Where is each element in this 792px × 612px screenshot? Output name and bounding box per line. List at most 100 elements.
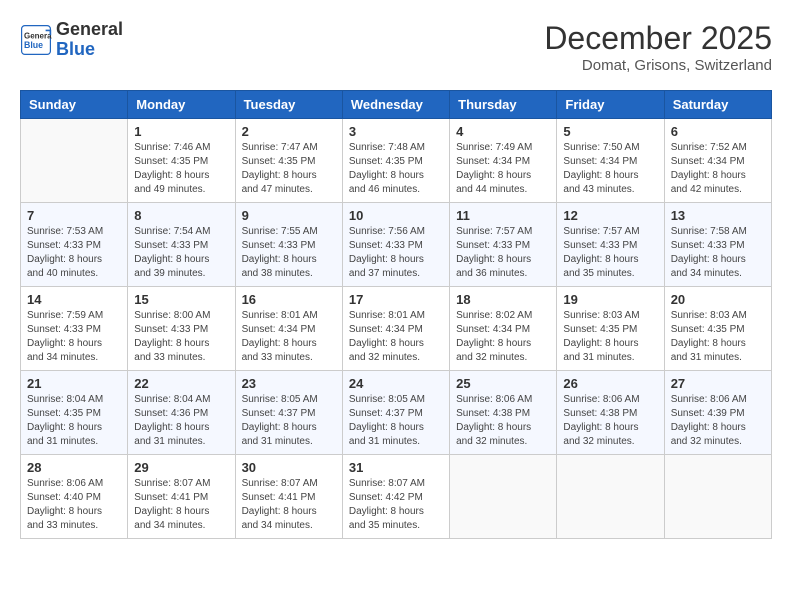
logo-name: General Blue — [56, 20, 123, 60]
calendar-header-row: SundayMondayTuesdayWednesdayThursdayFrid… — [21, 91, 772, 119]
day-of-week-header: Wednesday — [342, 91, 449, 119]
calendar-cell: 17Sunrise: 8:01 AM Sunset: 4:34 PM Dayli… — [342, 287, 449, 371]
calendar-cell: 5 Sunrise: 7:50 AM Sunset: 4:34 PM Daylig… — [557, 119, 664, 203]
calendar-cell: 22 Sunrise: 8:04 AM Sunset: 4:36 PM Dayli… — [128, 371, 235, 455]
day-info: Sunrise: 7:54 AM Sunset: 4:33 PM Dayligh… — [134, 225, 228, 281]
day-info: Sunrise: 7:59 AM Sunset: 4:33 PM Dayligh… — [27, 309, 121, 365]
day-info: Sunrise: 7:58 AM Sunset: 4:33 PM Dayligh… — [671, 225, 765, 281]
day-number: 5 — [563, 124, 657, 139]
day-info: Sunrise: 8:06 AM Sunset: 4:39 PM Dayligh… — [671, 393, 765, 449]
calendar-cell: 7 Sunrise: 7:53 AM Sunset: 4:33 PM Daylig… — [21, 203, 128, 287]
day-number: 27 — [671, 376, 765, 391]
calendar-cell: 25 Sunrise: 8:06 AM Sunset: 4:38 PM Dayli… — [450, 371, 557, 455]
calendar-cell: 15Sunrise: 8:00 AM Sunset: 4:33 PM Dayli… — [128, 287, 235, 371]
day-info: Sunrise: 7:52 AM Sunset: 4:34 PM Dayligh… — [671, 141, 765, 197]
day-number: 7 — [27, 208, 121, 223]
calendar-cell: 3Sunrise: 7:48 AM Sunset: 4:35 PM Daylig… — [342, 119, 449, 203]
calendar-table: SundayMondayTuesdayWednesdayThursdayFrid… — [20, 90, 772, 539]
day-number: 14 — [27, 292, 121, 307]
day-number: 25 — [456, 376, 550, 391]
day-of-week-header: Sunday — [21, 91, 128, 119]
day-number: 26 — [563, 376, 657, 391]
day-number: 22 — [134, 376, 228, 391]
calendar-cell — [664, 455, 771, 539]
month-title: December 2025 — [544, 20, 772, 57]
calendar-cell: 20 Sunrise: 8:03 AM Sunset: 4:35 PM Dayli… — [664, 287, 771, 371]
calendar-cell: 9 Sunrise: 7:55 AM Sunset: 4:33 PM Daylig… — [235, 203, 342, 287]
day-number: 30 — [242, 460, 336, 475]
day-number: 19 — [563, 292, 657, 307]
calendar-cell — [450, 455, 557, 539]
day-number: 29 — [134, 460, 228, 475]
day-number: 21 — [27, 376, 121, 391]
calendar-cell — [557, 455, 664, 539]
calendar-cell: 14 Sunrise: 7:59 AM Sunset: 4:33 PM Dayli… — [21, 287, 128, 371]
logo-blue-text: Blue — [56, 39, 95, 59]
calendar-cell: 1Sunrise: 7:46 AM Sunset: 4:35 PM Daylig… — [128, 119, 235, 203]
title-block: December 2025 Domat, Grisons, Switzerlan… — [544, 20, 772, 74]
logo-general-text: General — [56, 19, 123, 39]
calendar-cell: 18 Sunrise: 8:02 AM Sunset: 4:34 PM Dayli… — [450, 287, 557, 371]
calendar-cell: 26 Sunrise: 8:06 AM Sunset: 4:38 PM Dayli… — [557, 371, 664, 455]
svg-text:Blue: Blue — [24, 40, 43, 50]
day-number: 31 — [349, 460, 443, 475]
calendar-week-row: 21 Sunrise: 8:04 AM Sunset: 4:35 PM Dayli… — [21, 371, 772, 455]
day-info: Sunrise: 8:02 AM Sunset: 4:34 PM Dayligh… — [456, 309, 550, 365]
page-header: General Blue General Blue December 2025 … — [20, 20, 772, 74]
logo-icon: General Blue — [20, 24, 52, 56]
day-info: Sunrise: 8:07 AM Sunset: 4:41 PM Dayligh… — [242, 477, 336, 533]
location: Domat, Grisons, Switzerland — [544, 57, 772, 74]
day-number: 8 — [134, 208, 228, 223]
day-info: Sunrise: 8:04 AM Sunset: 4:36 PM Dayligh… — [134, 393, 228, 449]
day-number: 9 — [242, 208, 336, 223]
day-number: 18 — [456, 292, 550, 307]
logo: General Blue General Blue — [20, 20, 123, 60]
day-of-week-header: Tuesday — [235, 91, 342, 119]
calendar-cell: 6 Sunrise: 7:52 AM Sunset: 4:34 PM Daylig… — [664, 119, 771, 203]
day-info: Sunrise: 8:01 AM Sunset: 4:34 PM Dayligh… — [242, 309, 336, 365]
day-number: 16 — [242, 292, 336, 307]
day-info: Sunrise: 8:00 AM Sunset: 4:33 PM Dayligh… — [134, 309, 228, 365]
day-info: Sunrise: 8:06 AM Sunset: 4:38 PM Dayligh… — [456, 393, 550, 449]
calendar-cell: 11Sunrise: 7:57 AM Sunset: 4:33 PM Dayli… — [450, 203, 557, 287]
day-info: Sunrise: 8:06 AM Sunset: 4:38 PM Dayligh… — [563, 393, 657, 449]
calendar-cell: 31 Sunrise: 8:07 AM Sunset: 4:42 PM Dayli… — [342, 455, 449, 539]
day-info: Sunrise: 7:57 AM Sunset: 4:33 PM Dayligh… — [456, 225, 550, 281]
day-info: Sunrise: 8:04 AM Sunset: 4:35 PM Dayligh… — [27, 393, 121, 449]
calendar-cell: 4Sunrise: 7:49 AM Sunset: 4:34 PM Daylig… — [450, 119, 557, 203]
day-of-week-header: Thursday — [450, 91, 557, 119]
calendar-cell: 13Sunrise: 7:58 AM Sunset: 4:33 PM Dayli… — [664, 203, 771, 287]
calendar-cell — [21, 119, 128, 203]
day-number: 24 — [349, 376, 443, 391]
calendar-week-row: 28Sunrise: 8:06 AM Sunset: 4:40 PM Dayli… — [21, 455, 772, 539]
day-number: 6 — [671, 124, 765, 139]
day-info: Sunrise: 7:55 AM Sunset: 4:33 PM Dayligh… — [242, 225, 336, 281]
day-number: 3 — [349, 124, 443, 139]
day-of-week-header: Monday — [128, 91, 235, 119]
day-info: Sunrise: 8:06 AM Sunset: 4:40 PM Dayligh… — [27, 477, 121, 533]
calendar-cell: 29 Sunrise: 8:07 AM Sunset: 4:41 PM Dayli… — [128, 455, 235, 539]
calendar-cell: 30 Sunrise: 8:07 AM Sunset: 4:41 PM Dayli… — [235, 455, 342, 539]
day-info: Sunrise: 7:46 AM Sunset: 4:35 PM Dayligh… — [134, 141, 228, 197]
calendar-cell: 23Sunrise: 8:05 AM Sunset: 4:37 PM Dayli… — [235, 371, 342, 455]
calendar-cell: 2 Sunrise: 7:47 AM Sunset: 4:35 PM Daylig… — [235, 119, 342, 203]
day-info: Sunrise: 8:03 AM Sunset: 4:35 PM Dayligh… — [671, 309, 765, 365]
day-info: Sunrise: 7:50 AM Sunset: 4:34 PM Dayligh… — [563, 141, 657, 197]
day-info: Sunrise: 8:07 AM Sunset: 4:41 PM Dayligh… — [134, 477, 228, 533]
calendar-cell: 12Sunrise: 7:57 AM Sunset: 4:33 PM Dayli… — [557, 203, 664, 287]
calendar-cell: 27 Sunrise: 8:06 AM Sunset: 4:39 PM Dayli… — [664, 371, 771, 455]
svg-text:General: General — [24, 31, 52, 40]
day-number: 20 — [671, 292, 765, 307]
calendar-cell: 10 Sunrise: 7:56 AM Sunset: 4:33 PM Dayli… — [342, 203, 449, 287]
day-info: Sunrise: 7:47 AM Sunset: 4:35 PM Dayligh… — [242, 141, 336, 197]
day-info: Sunrise: 7:56 AM Sunset: 4:33 PM Dayligh… — [349, 225, 443, 281]
day-number: 10 — [349, 208, 443, 223]
day-info: Sunrise: 8:07 AM Sunset: 4:42 PM Dayligh… — [349, 477, 443, 533]
day-info: Sunrise: 7:53 AM Sunset: 4:33 PM Dayligh… — [27, 225, 121, 281]
calendar-week-row: 7 Sunrise: 7:53 AM Sunset: 4:33 PM Daylig… — [21, 203, 772, 287]
day-number: 17 — [349, 292, 443, 307]
day-number: 12 — [563, 208, 657, 223]
day-number: 2 — [242, 124, 336, 139]
calendar-cell: 24 Sunrise: 8:05 AM Sunset: 4:37 PM Dayli… — [342, 371, 449, 455]
day-info: Sunrise: 8:05 AM Sunset: 4:37 PM Dayligh… — [349, 393, 443, 449]
